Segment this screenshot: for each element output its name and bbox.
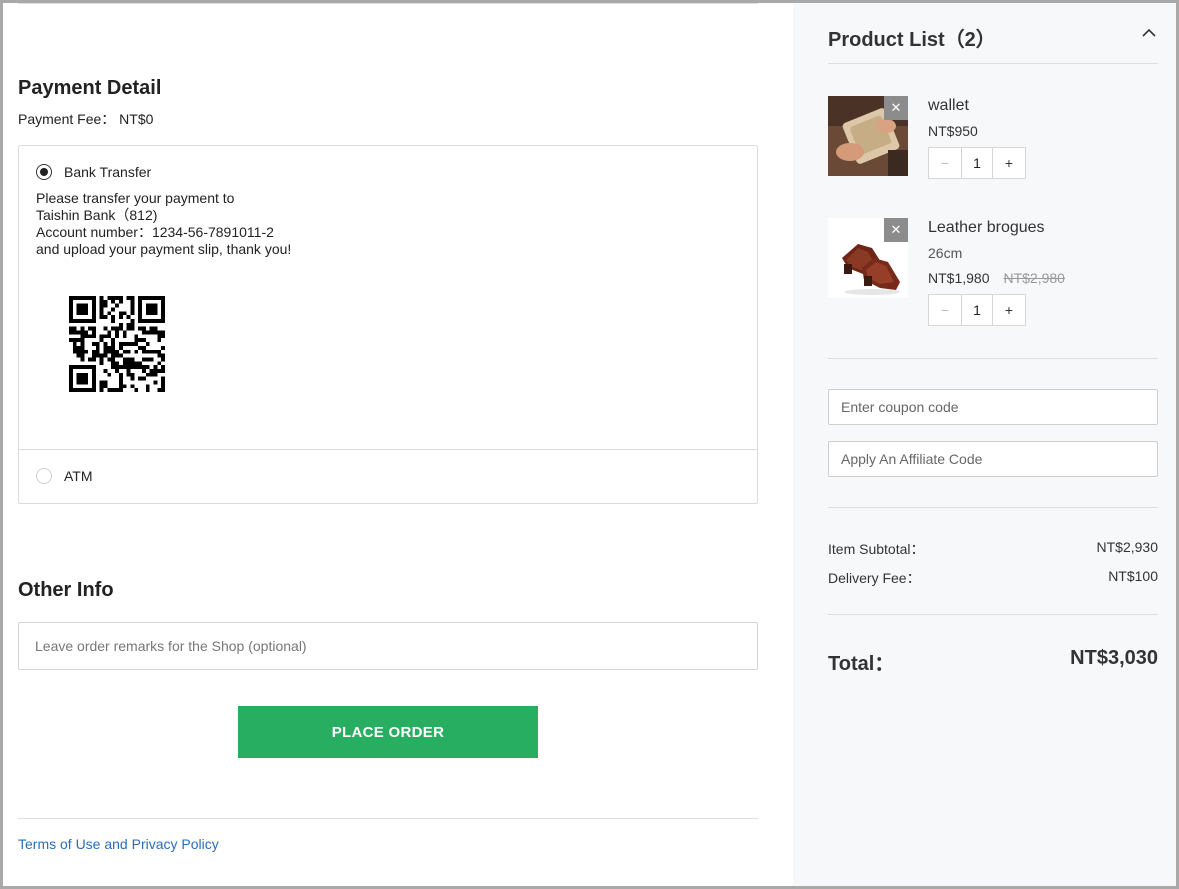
- divider: [828, 63, 1158, 64]
- subtotal-label: Item Subtotal：: [828, 541, 925, 557]
- payment-detail-heading: Payment Detail: [18, 77, 162, 99]
- instruction-line: Account number：1234-56-7891011-2: [36, 224, 274, 240]
- instruction-line: and upload your payment slip, thank you!: [36, 241, 292, 257]
- product-price: NT$1,980: [928, 270, 990, 286]
- quantity-value[interactable]: 1: [961, 295, 993, 325]
- total-label: Total：: [828, 653, 895, 675]
- payment-fee: Payment Fee： NT$0: [18, 109, 153, 129]
- terms-link[interactable]: Terms of Use and Privacy Policy: [18, 836, 219, 852]
- delivery-fee-label: Delivery Fee：: [828, 570, 921, 586]
- coupon-code-input[interactable]: [828, 389, 1158, 425]
- affiliate-code-input[interactable]: [828, 441, 1158, 477]
- payment-fee-value: NT$0: [119, 111, 154, 127]
- order-remarks-input[interactable]: [18, 622, 758, 670]
- product-variant: 26cm: [928, 245, 963, 261]
- divider: [18, 818, 758, 819]
- product-name: wallet: [928, 97, 969, 114]
- chevron-up-icon[interactable]: [1141, 25, 1157, 41]
- plus-icon[interactable]: +: [993, 295, 1025, 325]
- payment-method-box: Bank Transfer Please transfer your payme…: [18, 145, 758, 504]
- radio-selected-icon[interactable]: [36, 164, 52, 180]
- divider: [828, 614, 1158, 615]
- payment-option-atm[interactable]: ATM: [36, 468, 93, 484]
- subtotal-value: NT$2,930: [1096, 539, 1158, 555]
- bank-transfer-instructions: Please transfer your payment to Taishin …: [36, 190, 291, 258]
- checkout-form: Payment Detail Payment Fee： NT$0 Bank Tr…: [3, 3, 793, 886]
- radio-unselected-icon[interactable]: [36, 468, 52, 484]
- payment-option-bank-transfer[interactable]: Bank Transfer: [36, 164, 151, 180]
- close-icon[interactable]: ✕: [884, 96, 908, 120]
- plus-icon[interactable]: +: [993, 148, 1025, 178]
- delivery-fee-value: NT$100: [1108, 568, 1158, 584]
- product-price-row: NT$1,980 NT$2,980: [928, 270, 1065, 286]
- quantity-stepper[interactable]: − 1 +: [928, 147, 1026, 179]
- product-original-price: NT$2,980: [1003, 270, 1065, 286]
- instruction-line: Taishin Bank（812): [36, 207, 158, 223]
- item-subtotal-row: Item Subtotal： NT$2,930: [828, 539, 1158, 559]
- quantity-value[interactable]: 1: [961, 148, 993, 178]
- divider: [828, 507, 1158, 508]
- payment-option-label: Bank Transfer: [64, 164, 152, 180]
- order-summary-panel: Product List（2） ✕ wallet NT$950 − 1 + ✕ …: [793, 3, 1176, 886]
- payment-fee-label: Payment Fee：: [18, 111, 116, 127]
- place-order-button[interactable]: PLACE ORDER: [238, 706, 538, 758]
- divider: [828, 358, 1158, 359]
- total-row: Total： NT$3,030: [828, 647, 1158, 676]
- product-list-title: Product List（2）: [828, 29, 996, 51]
- product-price: NT$950: [928, 123, 978, 139]
- product-name: Leather brogues: [928, 219, 1045, 236]
- minus-icon[interactable]: −: [929, 295, 961, 325]
- total-value: NT$3,030: [1070, 647, 1158, 669]
- close-icon[interactable]: ✕: [884, 218, 908, 242]
- divider: [18, 3, 758, 4]
- delivery-fee-row: Delivery Fee： NT$100: [828, 568, 1158, 588]
- payment-option-label: ATM: [64, 468, 93, 484]
- minus-icon[interactable]: −: [929, 148, 961, 178]
- instruction-line: Please transfer your payment to: [36, 190, 235, 206]
- quantity-stepper[interactable]: − 1 +: [928, 294, 1026, 326]
- divider: [19, 449, 757, 450]
- qr-code-image: [69, 296, 165, 392]
- other-info-heading: Other Info: [18, 579, 114, 601]
